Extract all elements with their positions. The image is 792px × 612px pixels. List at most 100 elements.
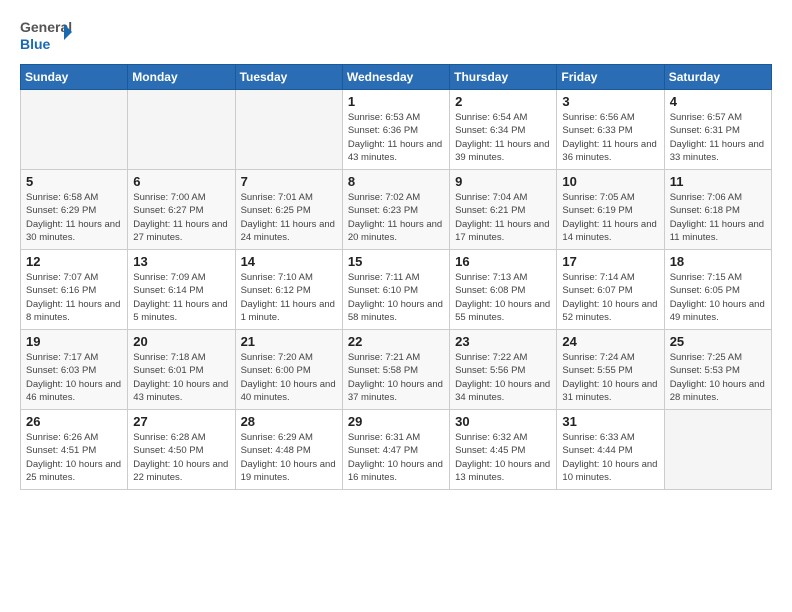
day-number: 22	[348, 334, 444, 349]
calendar-cell: 11Sunrise: 7:06 AM Sunset: 6:18 PM Dayli…	[664, 170, 771, 250]
calendar-cell: 27 Sunrise: 6:28 AM Sunset: 4:50 PM Dayli…	[128, 410, 235, 490]
day-number: 5	[26, 174, 122, 189]
day-info: Sunrise: 7:10 AM Sunset: 6:12 PM Dayligh…	[241, 271, 337, 324]
calendar-cell: 31 Sunrise: 6:33 AM Sunset: 4:44 PM Dayli…	[557, 410, 664, 490]
day-info: Sunrise: 6:58 AM Sunset: 6:29 PM Dayligh…	[26, 191, 122, 244]
day-number: 19	[26, 334, 122, 349]
calendar-table: SundayMondayTuesdayWednesdayThursdayFrid…	[20, 64, 772, 490]
calendar-cell: 9 Sunrise: 7:04 AM Sunset: 6:21 PM Daylig…	[450, 170, 557, 250]
day-info: Sunrise: 6:56 AM Sunset: 6:33 PM Dayligh…	[562, 111, 658, 164]
day-info: Sunrise: 7:18 AM Sunset: 6:01 PM Dayligh…	[133, 351, 229, 404]
day-info: Sunrise: 7:04 AM Sunset: 6:21 PM Dayligh…	[455, 191, 551, 244]
day-number: 4	[670, 94, 766, 109]
day-info: Sunrise: 7:13 AM Sunset: 6:08 PM Dayligh…	[455, 271, 551, 324]
day-number: 17	[562, 254, 658, 269]
page-header: GeneralBlue	[20, 16, 772, 54]
calendar-cell: 13 Sunrise: 7:09 AM Sunset: 6:14 PM Dayli…	[128, 250, 235, 330]
calendar-cell: 19Sunrise: 7:17 AM Sunset: 6:03 PM Dayli…	[21, 330, 128, 410]
day-number: 29	[348, 414, 444, 429]
calendar-cell: 20 Sunrise: 7:18 AM Sunset: 6:01 PM Dayli…	[128, 330, 235, 410]
day-info: Sunrise: 7:00 AM Sunset: 6:27 PM Dayligh…	[133, 191, 229, 244]
day-info: Sunrise: 6:26 AM Sunset: 4:51 PM Dayligh…	[26, 431, 122, 484]
day-info: Sunrise: 6:33 AM Sunset: 4:44 PM Dayligh…	[562, 431, 658, 484]
calendar-cell: 18 Sunrise: 7:15 AM Sunset: 6:05 PM Dayli…	[664, 250, 771, 330]
day-number: 7	[241, 174, 337, 189]
day-number: 24	[562, 334, 658, 349]
calendar-cell: 10Sunrise: 7:05 AM Sunset: 6:19 PM Dayli…	[557, 170, 664, 250]
day-number: 3	[562, 94, 658, 109]
calendar-week-row: 12Sunrise: 7:07 AM Sunset: 6:16 PM Dayli…	[21, 250, 772, 330]
calendar-week-row: 1Sunrise: 6:53 AM Sunset: 6:36 PM Daylig…	[21, 90, 772, 170]
svg-text:Blue: Blue	[20, 36, 51, 52]
day-number: 23	[455, 334, 551, 349]
calendar-cell: 14 Sunrise: 7:10 AM Sunset: 6:12 PM Dayli…	[235, 250, 342, 330]
calendar-cell	[21, 90, 128, 170]
day-number: 31	[562, 414, 658, 429]
day-number: 2	[455, 94, 551, 109]
calendar-cell: 24 Sunrise: 7:24 AM Sunset: 5:55 PM Dayli…	[557, 330, 664, 410]
calendar-cell	[664, 410, 771, 490]
calendar-cell: 21 Sunrise: 7:20 AM Sunset: 6:00 PM Dayli…	[235, 330, 342, 410]
calendar-cell: 30Sunrise: 6:32 AM Sunset: 4:45 PM Dayli…	[450, 410, 557, 490]
day-info: Sunrise: 7:25 AM Sunset: 5:53 PM Dayligh…	[670, 351, 766, 404]
calendar-cell: 23 Sunrise: 7:22 AM Sunset: 5:56 PM Dayli…	[450, 330, 557, 410]
calendar-cell: 22 Sunrise: 7:21 AM Sunset: 5:58 PM Dayli…	[342, 330, 449, 410]
day-info: Sunrise: 6:29 AM Sunset: 4:48 PM Dayligh…	[241, 431, 337, 484]
day-info: Sunrise: 7:20 AM Sunset: 6:00 PM Dayligh…	[241, 351, 337, 404]
calendar-cell: 16Sunrise: 7:13 AM Sunset: 6:08 PM Dayli…	[450, 250, 557, 330]
day-info: Sunrise: 6:28 AM Sunset: 4:50 PM Dayligh…	[133, 431, 229, 484]
calendar-cell: 2 Sunrise: 6:54 AM Sunset: 6:34 PM Daylig…	[450, 90, 557, 170]
logo-icon: GeneralBlue	[20, 16, 75, 54]
day-number: 15	[348, 254, 444, 269]
day-number: 20	[133, 334, 229, 349]
day-header-friday: Friday	[557, 65, 664, 90]
calendar-cell: 5 Sunrise: 6:58 AM Sunset: 6:29 PM Daylig…	[21, 170, 128, 250]
calendar-cell: 15 Sunrise: 7:11 AM Sunset: 6:10 PM Dayli…	[342, 250, 449, 330]
day-info: Sunrise: 6:31 AM Sunset: 4:47 PM Dayligh…	[348, 431, 444, 484]
calendar-cell: 3 Sunrise: 6:56 AM Sunset: 6:33 PM Daylig…	[557, 90, 664, 170]
day-number: 6	[133, 174, 229, 189]
calendar-cell: 29 Sunrise: 6:31 AM Sunset: 4:47 PM Dayli…	[342, 410, 449, 490]
calendar-cell: 17Sunrise: 7:14 AM Sunset: 6:07 PM Dayli…	[557, 250, 664, 330]
calendar-week-row: 19Sunrise: 7:17 AM Sunset: 6:03 PM Dayli…	[21, 330, 772, 410]
day-info: Sunrise: 7:21 AM Sunset: 5:58 PM Dayligh…	[348, 351, 444, 404]
day-info: Sunrise: 7:02 AM Sunset: 6:23 PM Dayligh…	[348, 191, 444, 244]
day-number: 1	[348, 94, 444, 109]
day-number: 18	[670, 254, 766, 269]
day-number: 21	[241, 334, 337, 349]
day-header-monday: Monday	[128, 65, 235, 90]
day-info: Sunrise: 7:01 AM Sunset: 6:25 PM Dayligh…	[241, 191, 337, 244]
day-info: Sunrise: 7:05 AM Sunset: 6:19 PM Dayligh…	[562, 191, 658, 244]
day-number: 27	[133, 414, 229, 429]
day-info: Sunrise: 7:22 AM Sunset: 5:56 PM Dayligh…	[455, 351, 551, 404]
calendar-cell: 1Sunrise: 6:53 AM Sunset: 6:36 PM Daylig…	[342, 90, 449, 170]
calendar-cell: 6 Sunrise: 7:00 AM Sunset: 6:27 PM Daylig…	[128, 170, 235, 250]
day-header-thursday: Thursday	[450, 65, 557, 90]
day-info: Sunrise: 6:57 AM Sunset: 6:31 PM Dayligh…	[670, 111, 766, 164]
day-info: Sunrise: 7:07 AM Sunset: 6:16 PM Dayligh…	[26, 271, 122, 324]
calendar-cell: 28Sunrise: 6:29 AM Sunset: 4:48 PM Dayli…	[235, 410, 342, 490]
day-info: Sunrise: 6:54 AM Sunset: 6:34 PM Dayligh…	[455, 111, 551, 164]
calendar-cell	[128, 90, 235, 170]
calendar-cell: 7 Sunrise: 7:01 AM Sunset: 6:25 PM Daylig…	[235, 170, 342, 250]
day-info: Sunrise: 7:09 AM Sunset: 6:14 PM Dayligh…	[133, 271, 229, 324]
day-number: 26	[26, 414, 122, 429]
day-header-saturday: Saturday	[664, 65, 771, 90]
calendar-cell: 26 Sunrise: 6:26 AM Sunset: 4:51 PM Dayli…	[21, 410, 128, 490]
day-info: Sunrise: 7:24 AM Sunset: 5:55 PM Dayligh…	[562, 351, 658, 404]
calendar-cell: 25 Sunrise: 7:25 AM Sunset: 5:53 PM Dayli…	[664, 330, 771, 410]
calendar-week-row: 5 Sunrise: 6:58 AM Sunset: 6:29 PM Daylig…	[21, 170, 772, 250]
day-number: 25	[670, 334, 766, 349]
calendar-week-row: 26 Sunrise: 6:26 AM Sunset: 4:51 PM Dayli…	[21, 410, 772, 490]
day-number: 11	[670, 174, 766, 189]
day-info: Sunrise: 7:11 AM Sunset: 6:10 PM Dayligh…	[348, 271, 444, 324]
day-number: 9	[455, 174, 551, 189]
calendar-cell	[235, 90, 342, 170]
day-info: Sunrise: 7:15 AM Sunset: 6:05 PM Dayligh…	[670, 271, 766, 324]
calendar-cell: 8Sunrise: 7:02 AM Sunset: 6:23 PM Daylig…	[342, 170, 449, 250]
day-number: 13	[133, 254, 229, 269]
day-header-sunday: Sunday	[21, 65, 128, 90]
day-header-tuesday: Tuesday	[235, 65, 342, 90]
calendar-cell: 4 Sunrise: 6:57 AM Sunset: 6:31 PM Daylig…	[664, 90, 771, 170]
day-number: 14	[241, 254, 337, 269]
